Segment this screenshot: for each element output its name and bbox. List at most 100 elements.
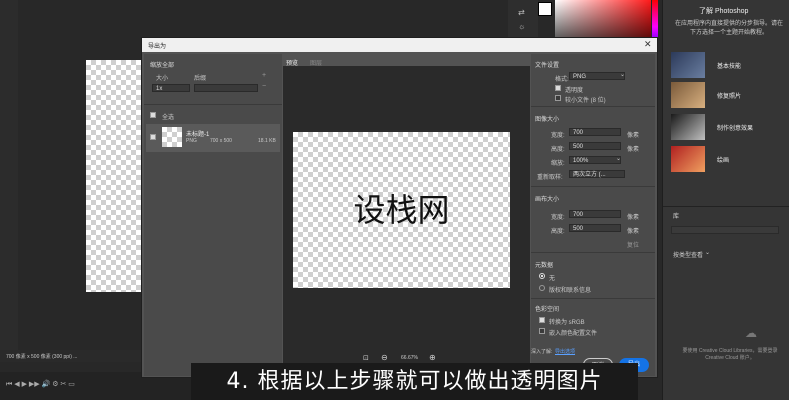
- chevron-down-icon[interactable]: ⌄: [616, 155, 621, 162]
- transparency-checkbox[interactable]: [555, 85, 561, 91]
- document-canvas[interactable]: [86, 60, 142, 292]
- chevron-down-icon[interactable]: ⌄: [620, 71, 625, 78]
- suffix-input[interactable]: [194, 84, 258, 92]
- fg-color-swatch[interactable]: [538, 2, 552, 16]
- asset-list-panel: 缩放全部 大小 后缀 + 1x − 全选 未标题-1 PNG 700 x 500…: [144, 54, 282, 376]
- chevron-down-icon[interactable]: ⌄: [705, 249, 710, 256]
- canvas-height-input[interactable]: 500: [569, 224, 621, 232]
- fit-icon[interactable]: ⊡: [363, 354, 369, 362]
- metadata-none-radio[interactable]: [539, 273, 545, 279]
- add-icon[interactable]: +: [262, 72, 266, 79]
- resample-value: 两次立方 (...: [573, 172, 606, 178]
- format-label: 格式:: [555, 77, 569, 83]
- group-by-label[interactable]: 按类型查看: [673, 250, 703, 259]
- height-input[interactable]: 500: [569, 142, 621, 150]
- tutorial-item[interactable]: 修复照片: [671, 82, 787, 108]
- asset-format: PNG: [186, 138, 197, 144]
- select-all-checkbox[interactable]: [150, 112, 156, 118]
- panel-divider: [663, 206, 789, 207]
- scale-label: 缩放:: [551, 161, 565, 167]
- format-select-value: PNG: [573, 74, 587, 80]
- tools-panel: [0, 0, 18, 360]
- size-header: 大小: [156, 76, 169, 82]
- scale-all-label: 缩放全部: [150, 63, 175, 69]
- scale-select[interactable]: 1x: [152, 84, 190, 92]
- canvas-height-value: 500: [573, 226, 584, 232]
- adjust-icon[interactable]: ☼: [518, 22, 525, 31]
- tutorial-item[interactable]: 基本技能: [671, 52, 787, 78]
- smaller-file-label: 较小文件 (8 位): [565, 98, 606, 104]
- dialog-titlebar: 导出为 ✕: [142, 38, 657, 52]
- status-text: 700 像素 x 500 像素 (300 ppi) ...: [6, 354, 78, 360]
- learn-title: 了解 Photoshop: [699, 8, 749, 15]
- asset-row[interactable]: 未标题-1 PNG 700 x 500 18.1 KB: [146, 124, 280, 152]
- preview-image: 设栈网: [293, 132, 510, 288]
- zoom-in-icon[interactable]: ⊕: [429, 353, 436, 362]
- smaller-file-checkbox[interactable]: [555, 95, 561, 101]
- timeline-controls-icon[interactable]: ⏮ ◀ ▶ ▶▶ 🔊 ⚙ ✂ ▭: [6, 380, 75, 389]
- convert-srgb-checkbox[interactable]: [539, 317, 545, 323]
- format-select[interactable]: PNG: [569, 72, 625, 80]
- select-all-label: 全选: [162, 115, 175, 121]
- asset-name: 未标题-1: [186, 132, 210, 138]
- tutorial-item[interactable]: 绘画: [671, 146, 787, 172]
- width-input[interactable]: 700: [569, 128, 621, 136]
- learn-more-link[interactable]: 导出选项: [555, 348, 575, 355]
- color-space-header: 色彩空间: [535, 307, 560, 313]
- scale-select-value: 1x: [156, 86, 163, 92]
- canvas-width-unit: 像素: [627, 215, 640, 221]
- settings-divider: [531, 186, 655, 187]
- tutorial-thumbnail: [671, 114, 705, 140]
- library-note: 要使用 Creative Cloud Libraries，需要登录 Creati…: [682, 348, 778, 361]
- tutorial-thumbnail: [671, 82, 705, 108]
- height-unit: 像素: [627, 147, 640, 153]
- height-value: 500: [573, 144, 584, 150]
- swatch-icon[interactable]: ⇄: [518, 8, 525, 17]
- resample-label: 重新取样:: [537, 175, 563, 181]
- scale-value: 100%: [573, 158, 589, 164]
- asset-size: 18.1 KB: [258, 138, 276, 144]
- settings-panel: 文件设置 格式: PNG ⌄ 透明度 较小文件 (8 位) 图像大小 宽度: 7…: [531, 54, 655, 376]
- preview-text: 设栈网: [353, 191, 450, 229]
- transparency-label: 透明度: [565, 88, 584, 94]
- reset-button[interactable]: 复位: [627, 240, 639, 249]
- color-picker-field[interactable]: [555, 0, 651, 40]
- left-divider: [144, 104, 282, 105]
- resample-select[interactable]: 两次立方 (...: [569, 170, 625, 178]
- suffix-header: 后缀: [194, 76, 207, 82]
- close-icon[interactable]: ✕: [644, 39, 652, 50]
- tutorial-label: 绘画: [717, 158, 730, 164]
- metadata-copyright-radio[interactable]: [539, 285, 545, 291]
- settings-divider: [531, 106, 655, 107]
- canvas-height-unit: 像素: [627, 229, 640, 235]
- metadata-header: 元数据: [535, 263, 554, 269]
- embed-profile-label: 嵌入颜色配置文件: [549, 331, 598, 337]
- tutorial-thumbnail: [671, 146, 705, 172]
- zoom-out-icon[interactable]: ⊖: [381, 353, 388, 362]
- tutorial-item[interactable]: 制作创意效果: [671, 114, 787, 140]
- tutorial-label: 制作创意效果: [717, 126, 754, 132]
- height-label: 高度:: [551, 147, 565, 153]
- file-settings-header: 文件设置: [535, 63, 560, 69]
- settings-divider: [531, 298, 655, 299]
- library-dropdown[interactable]: [671, 226, 779, 234]
- asset-thumbnail: [162, 127, 182, 147]
- image-size-header: 图像大小: [535, 117, 560, 123]
- canvas-width-value: 700: [573, 212, 584, 218]
- canvas-width-input[interactable]: 700: [569, 210, 621, 218]
- learn-panel: 了解 Photoshop 在应用程序内直接提供的分步指导。请在下方选择一个主题开…: [662, 0, 789, 400]
- preview-area[interactable]: 设栈网 ⊡ ⊖ 66.67% ⊕: [283, 66, 530, 364]
- settings-divider: [531, 252, 655, 253]
- zoom-value: 66.67%: [401, 355, 418, 361]
- library-tab[interactable]: 库: [673, 211, 679, 220]
- dialog-title: 导出为: [148, 44, 167, 50]
- scale-select[interactable]: 100%: [569, 156, 621, 164]
- learn-desc: 在应用程序内直接提供的分步指导。请在下方选择一个主题开始教程。: [674, 21, 783, 36]
- remove-icon[interactable]: −: [262, 83, 266, 90]
- asset-checkbox[interactable]: [150, 134, 156, 140]
- tutorial-label: 修复照片: [717, 94, 742, 100]
- canvas-width-label: 宽度:: [551, 215, 565, 221]
- embed-profile-checkbox[interactable]: [539, 328, 545, 334]
- metadata-copyright-label: 版权和联系信息: [549, 288, 592, 294]
- video-subtitle: 4. 根据以上步骤就可以做出透明图片: [191, 363, 638, 400]
